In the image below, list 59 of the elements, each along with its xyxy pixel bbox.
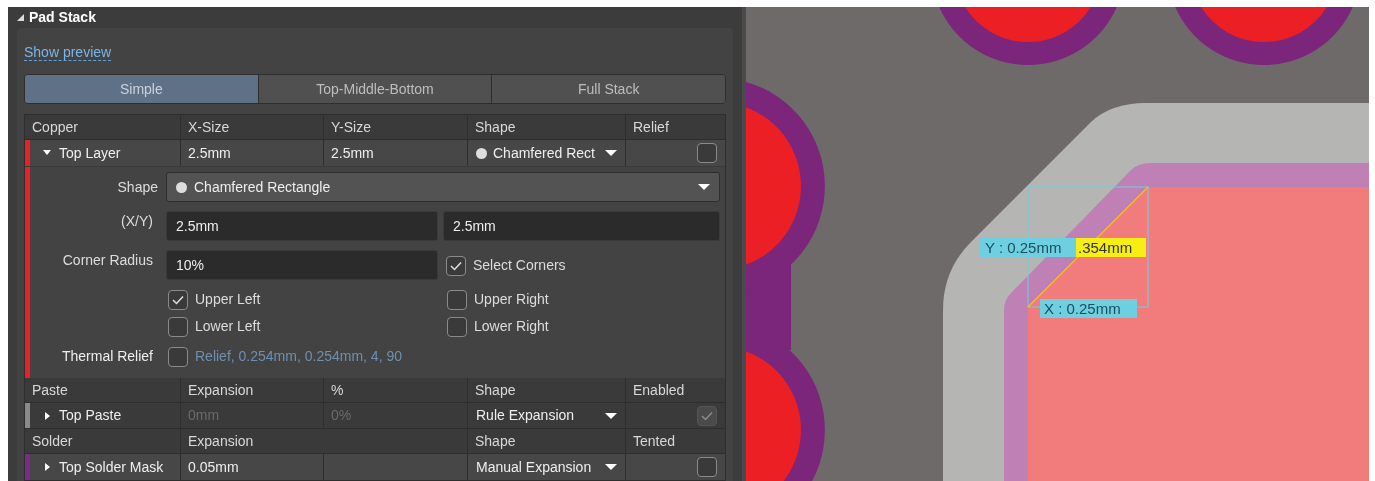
column-header: Relief — [633, 117, 669, 137]
field-label: Corner Radius — [62, 251, 153, 270]
checkbox[interactable] — [697, 143, 717, 163]
checkmark-icon — [701, 410, 713, 421]
column-header: Shape — [475, 431, 516, 451]
checkbox[interactable] — [447, 316, 467, 337]
input-field[interactable]: 10% — [166, 250, 438, 280]
field-label: (X/Y) — [121, 212, 153, 231]
dropdown-arrow-icon — [698, 183, 710, 191]
tab[interactable]: Full Stack — [491, 75, 725, 103]
checkbox[interactable] — [168, 289, 188, 310]
checkmark-icon — [172, 294, 184, 305]
layer-name: Top Paste — [59, 406, 122, 425]
column-header: Enabled — [633, 380, 685, 400]
shape-dropdown[interactable]: Chamfered Rectangle — [166, 172, 720, 202]
checkbox-label: Upper Left — [195, 290, 261, 309]
section-title: Pad Stack — [29, 8, 96, 27]
measurement-label: .354mm — [1076, 238, 1146, 257]
shape-dropdown[interactable]: Chamfered Rect — [476, 142, 617, 164]
column-header: Expansion — [188, 380, 254, 400]
table-cell-text: 2.5mm — [331, 143, 374, 163]
checkbox[interactable] — [168, 346, 188, 367]
column-header: Expansion — [188, 431, 254, 451]
field-label: Shape — [117, 177, 158, 197]
table-cell-text: 2.5mm — [188, 143, 231, 163]
dropdown-arrow-icon — [605, 149, 617, 157]
show-preview-link[interactable]: Show preview — [24, 43, 112, 61]
pcb-canvas[interactable]: Y : 0.25mm .354mm X : 0.25mm — [746, 7, 1369, 481]
layer-name: Top Solder Mask — [59, 457, 164, 477]
checkbox-label: Select Corners — [473, 256, 566, 275]
caret-right-icon[interactable] — [42, 462, 52, 472]
checkbox-label: Lower Left — [195, 317, 261, 336]
dropdown-arrow-icon — [605, 463, 617, 471]
dropdown-arrow-icon — [605, 411, 617, 420]
input-field[interactable]: 2.5mm — [166, 211, 438, 241]
field-label: Thermal Relief — [61, 347, 153, 366]
column-header: Copper — [32, 117, 78, 137]
column-header: Paste — [32, 380, 68, 400]
column-header: X-Size — [188, 117, 230, 137]
collapse-caret-icon[interactable] — [17, 14, 24, 21]
column-header: Y-Size — [331, 117, 371, 137]
column-header: % — [331, 380, 344, 400]
measurement-label: X : 0.25mm — [1040, 299, 1137, 318]
checkbox[interactable] — [168, 316, 188, 337]
column-header: Tented — [633, 431, 676, 451]
input-field[interactable]: 2.5mm — [443, 211, 720, 241]
layer-name: Top Layer — [59, 143, 121, 163]
shape-dropdown[interactable]: Manual Expansion — [476, 456, 617, 478]
checkbox[interactable] — [697, 457, 717, 477]
checkbox-label: Lower Right — [474, 317, 549, 336]
checkbox-label: Upper Right — [474, 290, 549, 309]
checkbox[interactable] — [446, 255, 466, 276]
column-header: Shape — [475, 117, 516, 137]
column-header: Solder — [32, 431, 73, 451]
table-cell-text: 0.05mm — [188, 457, 239, 477]
checkbox[interactable] — [447, 289, 467, 310]
checkmark-icon — [450, 260, 462, 271]
column-header: Shape — [475, 380, 516, 400]
measurement-label: Y : 0.25mm — [980, 238, 1076, 257]
